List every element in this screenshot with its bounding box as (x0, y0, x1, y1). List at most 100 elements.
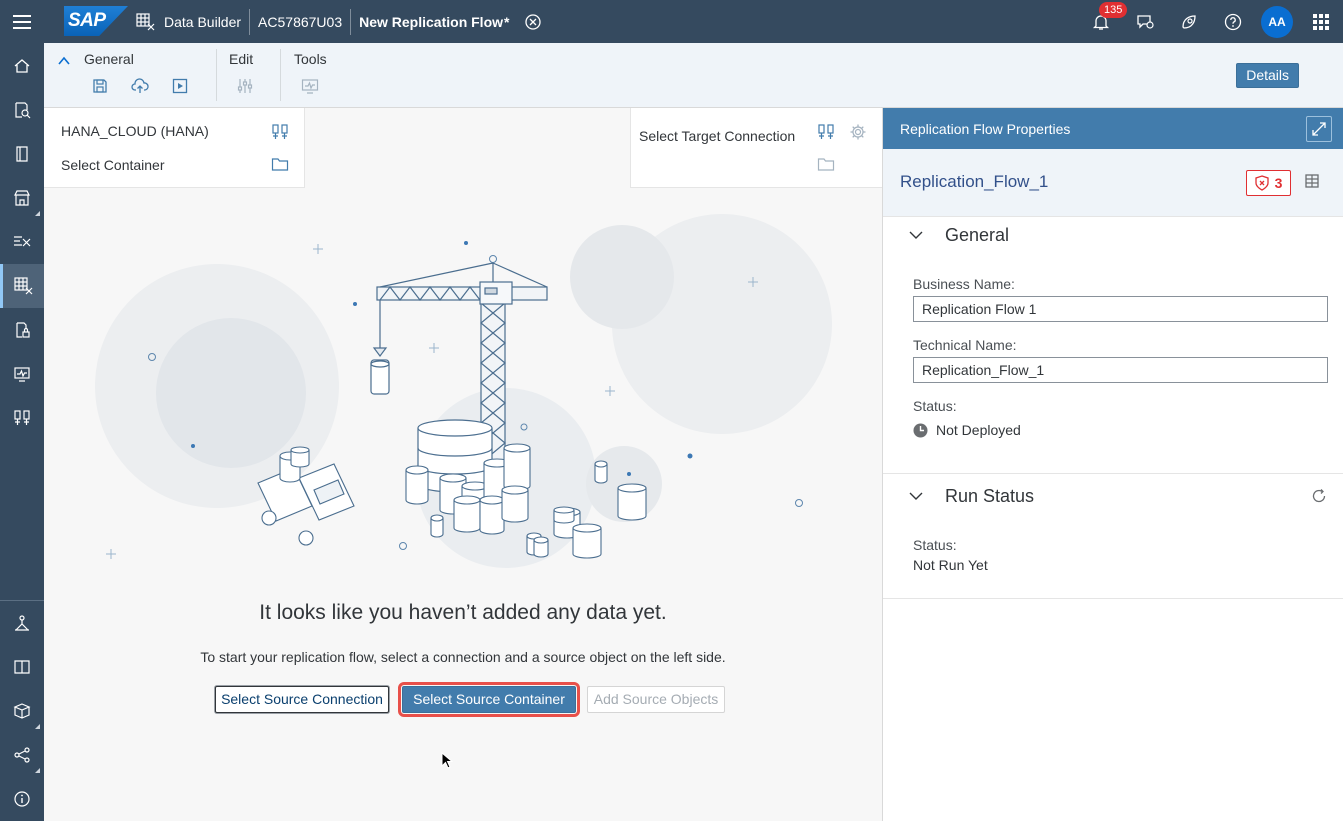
properties-panel-title: Replication Flow Properties (900, 121, 1071, 137)
general-section-header[interactable]: General (883, 221, 1343, 251)
home-icon[interactable] (0, 44, 44, 88)
side-navigation (0, 43, 44, 821)
collapse-toolbar-icon[interactable] (58, 53, 70, 69)
object-header: Replication_Flow_1 3 (883, 149, 1343, 217)
divider (630, 108, 631, 188)
space-name[interactable]: AC57867U03 (258, 14, 342, 30)
select-source-connection-button[interactable]: Select Source Connection (215, 686, 389, 713)
product-switch-icon[interactable] (1299, 0, 1343, 43)
shield-error-icon (1254, 175, 1269, 191)
folder-icon[interactable] (816, 154, 836, 174)
discovery-icon[interactable] (1167, 0, 1211, 43)
modified-marker: * (504, 13, 510, 30)
documentation-icon[interactable] (0, 645, 44, 689)
run-status-label: Status: (913, 537, 957, 553)
empty-state-subtitle: To start your replication flow, select a… (200, 649, 726, 665)
run-status-value: Not Run Yet (913, 557, 988, 573)
run-status-section-header[interactable]: Run Status (883, 482, 1343, 512)
business-name-label: Business Name: (913, 276, 1015, 292)
connections-icon[interactable] (0, 396, 44, 440)
deploy-status-value: Not Deployed (936, 422, 1021, 438)
chevron-down-icon[interactable] (909, 227, 923, 243)
deploy-icon[interactable] (129, 75, 151, 97)
data-builder-icon (136, 12, 156, 31)
submenu-indicator (35, 211, 40, 216)
details-button[interactable]: Details (1236, 63, 1299, 88)
business-builder-icon[interactable] (0, 220, 44, 264)
toolbar-tools-label: Tools (294, 51, 327, 67)
select-source-container-button[interactable]: Select Source Container (398, 682, 580, 717)
expand-panel-icon[interactable] (1306, 116, 1332, 142)
monitor-icon[interactable] (299, 75, 321, 97)
packages-icon[interactable] (0, 689, 44, 733)
toolbar-group-edit: Edit (217, 43, 280, 107)
data-builder-nav-icon[interactable] (0, 264, 44, 308)
object-name: Replication_Flow_1 (900, 172, 1049, 191)
source-container-label[interactable]: Select Container (61, 157, 165, 173)
error-count: 3 (1274, 175, 1283, 191)
data-access-control-icon[interactable] (0, 308, 44, 352)
mouse-cursor-icon (441, 751, 454, 773)
shell-actions: 135 AA (1079, 0, 1343, 43)
submenu-indicator (35, 768, 40, 773)
help-icon[interactable] (1211, 0, 1255, 43)
business-name-field[interactable] (913, 296, 1328, 322)
connection-browse-icon[interactable] (816, 122, 836, 142)
shell-header: SAP Data Builder AC57867U03 New Replicat… (0, 0, 1343, 43)
breadcrumb-separator (249, 8, 251, 35)
section-divider (883, 598, 1343, 599)
technical-name-label: Technical Name: (913, 337, 1017, 353)
configuration-icon[interactable] (0, 601, 44, 645)
replication-canvas: It looks like you haven’t added any data… (44, 188, 882, 821)
mapping-area (305, 108, 630, 188)
breadcrumb: Data Builder AC57867U03 New Replication … (136, 0, 542, 43)
menu-icon[interactable] (0, 0, 44, 43)
avatar: AA (1261, 5, 1293, 38)
share-icon[interactable] (0, 733, 44, 777)
add-source-objects-button[interactable]: Add Source Objects (587, 686, 725, 713)
empty-state-illustration (95, 214, 832, 568)
settings-sliders-icon[interactable] (234, 75, 256, 97)
section-divider (883, 473, 1343, 474)
toolbar-group-general: General (44, 43, 216, 107)
sap-logo[interactable]: SAP (64, 6, 128, 36)
close-icon[interactable] (525, 13, 542, 30)
breadcrumb-separator (350, 8, 352, 35)
info-icon[interactable] (0, 777, 44, 821)
empty-state-title: It looks like you haven’t added any data… (259, 601, 667, 624)
technical-name-field[interactable] (913, 357, 1328, 383)
source-connection-label[interactable]: HANA_CLOUD (HANA) (61, 123, 209, 139)
general-section-title: General (945, 225, 1010, 245)
deploy-status: Not Deployed (913, 422, 1021, 438)
folder-icon[interactable] (270, 154, 290, 174)
clock-icon (913, 423, 928, 437)
app-name[interactable]: Data Builder (164, 14, 241, 30)
chevron-down-icon[interactable] (909, 488, 923, 504)
connection-bar: HANA_CLOUD (HANA) Select Container Selec… (44, 108, 882, 188)
catalog-search-icon[interactable] (0, 88, 44, 132)
target-connection-label[interactable]: Select Target Connection (639, 128, 795, 144)
run-status-section-title: Run Status (945, 486, 1035, 506)
submenu-indicator (35, 724, 40, 729)
validation-errors-button[interactable]: 3 (1246, 170, 1291, 196)
data-integration-monitor-icon[interactable] (0, 352, 44, 396)
properties-panel-header: Replication Flow Properties (883, 108, 1343, 149)
table-icon[interactable] (1304, 173, 1320, 192)
run-icon[interactable] (169, 75, 191, 97)
toolbar-general-label: General (84, 51, 134, 67)
user-avatar[interactable]: AA (1255, 0, 1299, 43)
toolbar: General Edit Tools Details (44, 43, 1343, 108)
refresh-icon[interactable] (1311, 488, 1327, 507)
source-connection-panel: HANA_CLOUD (HANA) Select Container (44, 108, 304, 188)
document-title: New Replication Flow (359, 13, 504, 30)
status-label: Status: (913, 398, 957, 414)
connection-browse-icon[interactable] (270, 122, 290, 142)
repository-icon[interactable] (0, 132, 44, 176)
toolbar-group-tools: Tools (281, 43, 361, 107)
marketplace-icon[interactable] (0, 176, 44, 220)
settings-icon[interactable] (848, 122, 868, 142)
save-icon[interactable] (89, 75, 111, 97)
notifications-button[interactable]: 135 (1079, 0, 1128, 43)
toolbar-edit-label: Edit (229, 51, 254, 67)
feedback-icon[interactable] (1123, 0, 1167, 43)
